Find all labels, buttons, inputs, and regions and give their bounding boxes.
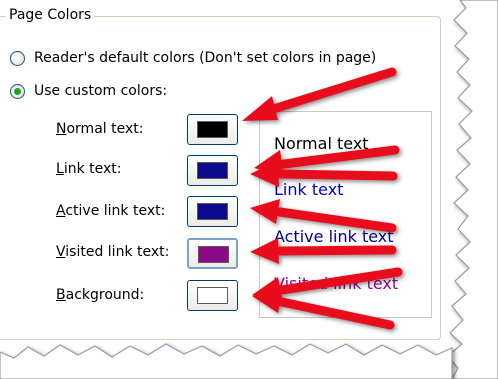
custom-colors-label: Use custom colors: xyxy=(34,83,168,99)
custom-colors-radio[interactable] xyxy=(10,83,25,99)
active-link-text-label: Active link text: xyxy=(56,203,166,219)
color-swatch xyxy=(197,287,228,304)
active-link-text-color-button[interactable] xyxy=(187,196,238,227)
visited-link-text-label: Visited link text: xyxy=(56,244,170,260)
page-colors-dialog: Page Colors Reader's default colors (Don… xyxy=(0,0,498,379)
custom-colors-radio-row[interactable]: Use custom colors: xyxy=(10,83,167,99)
preview-active-link-text: Active link text xyxy=(274,227,394,246)
visited-link-text-color-button[interactable] xyxy=(187,238,238,269)
preview-link-text: Link text xyxy=(274,180,344,199)
readers-default-label: Reader's default colors (Don't set color… xyxy=(34,50,377,66)
background-color-button[interactable] xyxy=(187,280,238,311)
normal-text-color-button[interactable] xyxy=(187,114,238,145)
group-title: Page Colors xyxy=(6,7,95,23)
background-label: Background: xyxy=(56,287,145,303)
color-preview-pane: Normal text Link text Active link text V… xyxy=(259,111,432,318)
color-swatch xyxy=(197,121,228,138)
color-swatch xyxy=(197,162,228,179)
readers-default-radio-row[interactable]: Reader's default colors (Don't set color… xyxy=(10,50,376,66)
readers-default-radio[interactable] xyxy=(10,50,25,66)
color-swatch xyxy=(197,203,228,220)
radio-selected-dot xyxy=(14,87,21,95)
normal-text-label: Normal text: xyxy=(56,121,144,137)
link-text-color-button[interactable] xyxy=(187,155,238,186)
link-text-label: Link text: xyxy=(56,161,122,177)
preview-visited-link-text: Visited link text xyxy=(274,274,399,293)
preview-normal-text: Normal text xyxy=(274,134,369,153)
color-swatch xyxy=(198,246,229,263)
